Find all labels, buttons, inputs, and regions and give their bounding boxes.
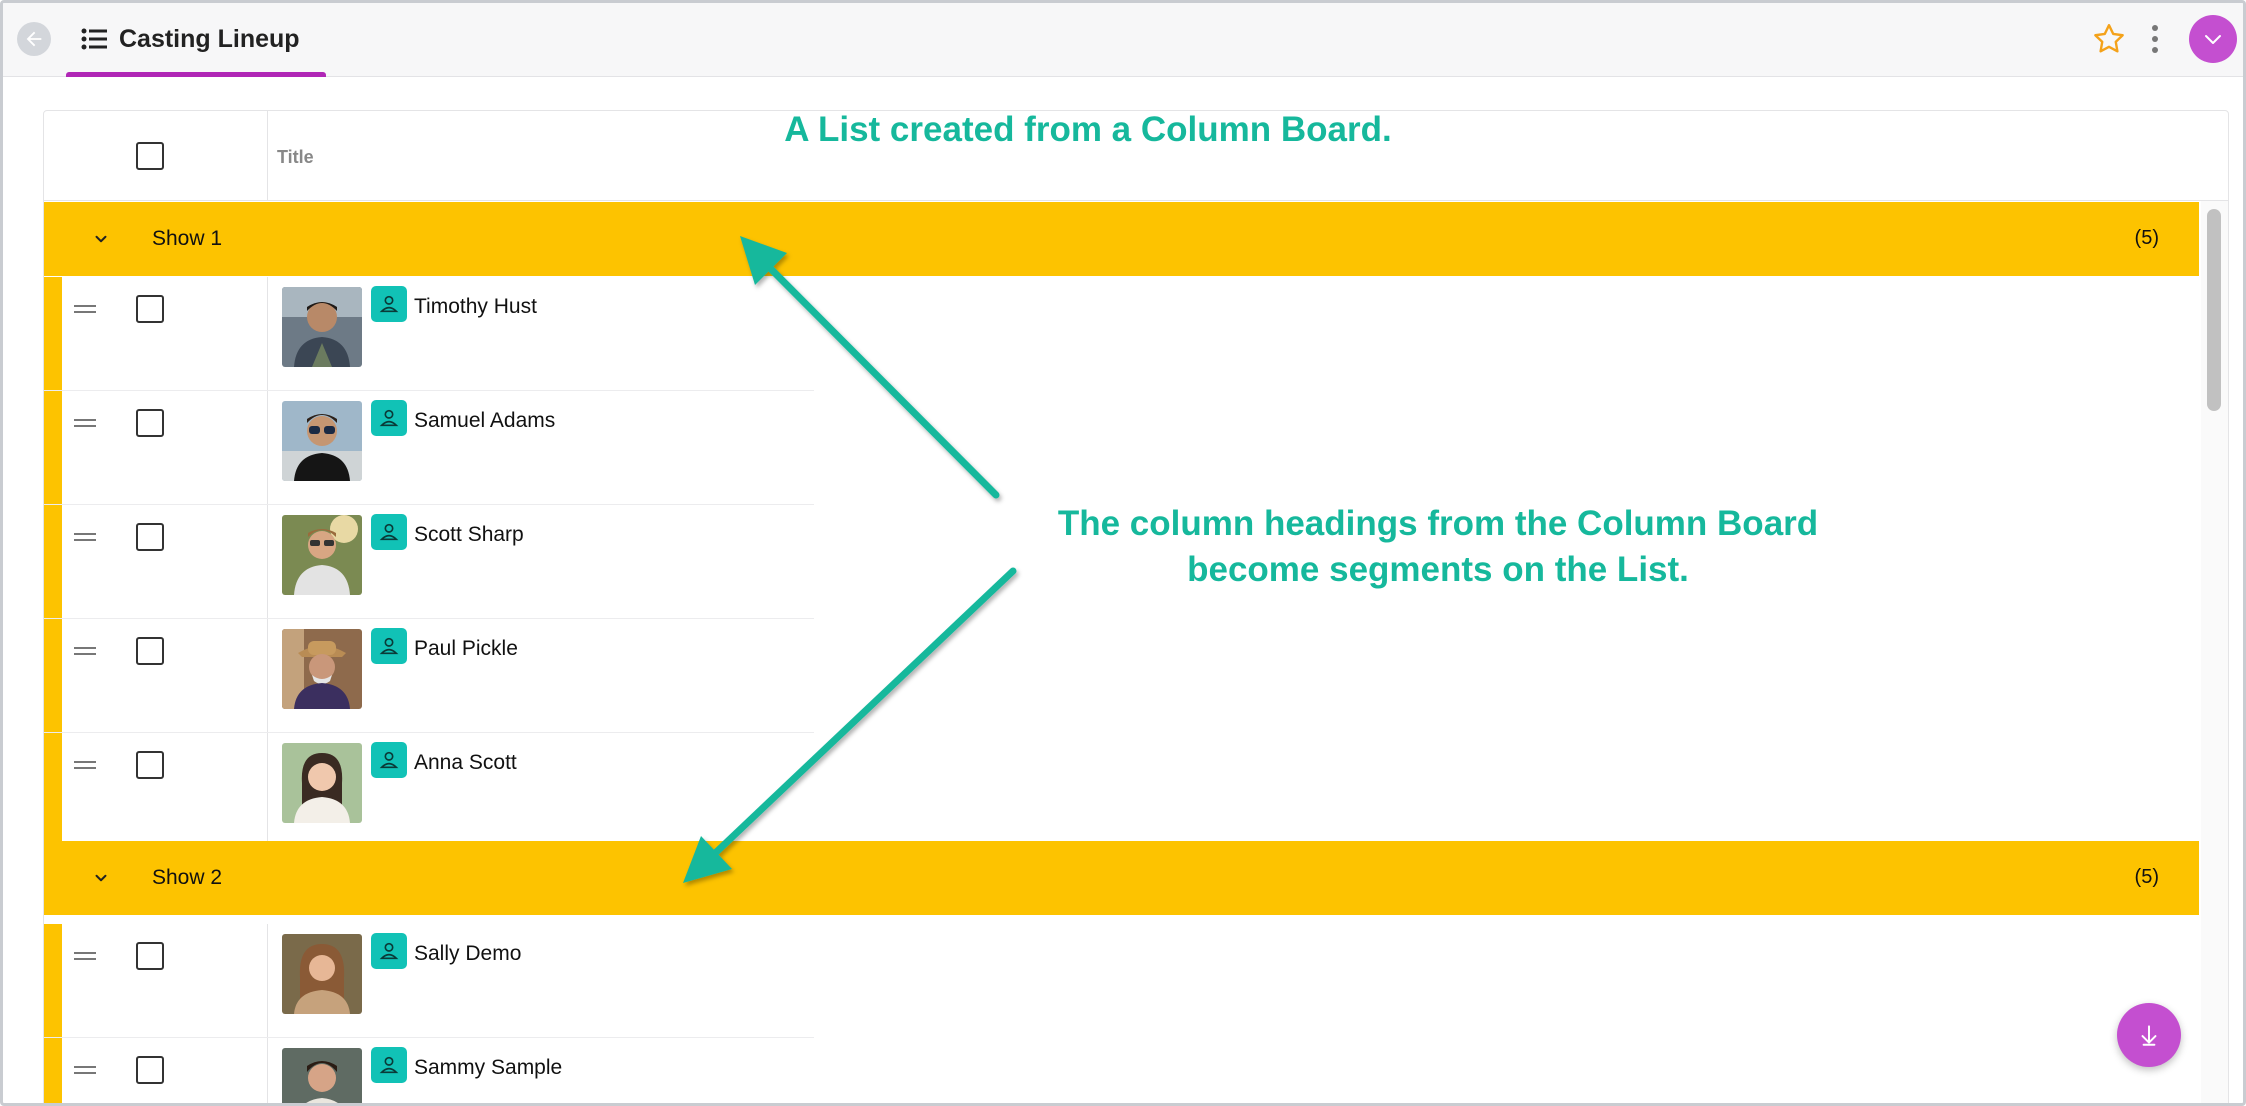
segment-stripe: [44, 391, 62, 504]
row-checkbox[interactable]: [136, 637, 164, 665]
segment-stripe: [44, 619, 62, 732]
person-icon: [371, 742, 407, 778]
segment-label: Show 2: [152, 866, 223, 889]
drag-handle-icon[interactable]: [74, 761, 96, 773]
drag-handle-icon[interactable]: [74, 1066, 96, 1078]
person-icon: [371, 514, 407, 550]
avatar: [282, 629, 362, 709]
table-row[interactable]: Sammy Sample: [44, 1038, 814, 1103]
segment-stripe: [44, 277, 62, 390]
row-checkbox[interactable]: [136, 942, 164, 970]
segment-count: (5): [2134, 866, 2159, 888]
segment-count: (5): [2134, 227, 2159, 249]
person-icon: [371, 628, 407, 664]
row-title[interactable]: Paul Pickle: [414, 637, 518, 661]
list-table: Title Show 1 (5) Timothy Hust Samuel Ada…: [43, 110, 2229, 1103]
person-icon: [371, 286, 407, 322]
segment-label: Show 1: [152, 227, 223, 250]
row-divider: [267, 619, 268, 732]
more-dot: [2152, 47, 2158, 53]
avatar: [282, 401, 362, 481]
table-row[interactable]: Anna Scott: [44, 733, 814, 847]
more-vertical-icon: [2152, 25, 2158, 31]
more-dot: [2152, 36, 2158, 42]
row-divider: [267, 924, 268, 1037]
avatar: [282, 287, 362, 367]
row-checkbox[interactable]: [136, 409, 164, 437]
favorite-button[interactable]: [2091, 21, 2127, 57]
avatar: [282, 1048, 362, 1103]
collapse-toggle[interactable]: [88, 865, 114, 891]
row-divider: [267, 277, 268, 390]
column-header-title[interactable]: Title: [277, 147, 314, 168]
page-title-wrap[interactable]: Casting Lineup: [81, 21, 300, 57]
back-button[interactable]: [17, 22, 51, 56]
person-icon: [371, 1047, 407, 1083]
segment-header-show-1[interactable]: Show 1 (5): [44, 202, 2199, 276]
avatar: [282, 743, 362, 823]
scroll-down-fab[interactable]: [2117, 1003, 2181, 1067]
table-row[interactable]: Paul Pickle: [44, 619, 814, 733]
star-outline-icon: [2094, 24, 2124, 53]
active-tab-indicator: [66, 72, 326, 77]
row-checkbox[interactable]: [136, 523, 164, 551]
drag-handle-icon[interactable]: [74, 647, 96, 659]
annotation-middle: The column headings from the Column Boar…: [963, 501, 1913, 593]
segment-stripe: [44, 733, 62, 846]
row-title[interactable]: Samuel Adams: [414, 409, 555, 433]
annotation-middle-line2: become segments on the List.: [1187, 550, 1689, 589]
table-row[interactable]: Samuel Adams: [44, 391, 814, 505]
segment-stripe: [44, 1038, 62, 1103]
row-checkbox[interactable]: [136, 1056, 164, 1084]
more-options-button[interactable]: [2145, 21, 2165, 57]
row-title[interactable]: Timothy Hust: [414, 295, 537, 319]
drag-handle-icon[interactable]: [74, 419, 96, 431]
drag-handle-icon[interactable]: [74, 305, 96, 317]
header-divider: [267, 111, 268, 201]
table-row[interactable]: Sally Demo: [44, 924, 814, 1038]
annotation-top: A List created from a Column Board.: [784, 110, 1392, 149]
row-title[interactable]: Scott Sharp: [414, 523, 524, 547]
row-checkbox[interactable]: [136, 295, 164, 323]
avatar: [282, 934, 362, 1014]
scrollbar-thumb[interactable]: [2207, 209, 2221, 411]
chevron-down-icon: [95, 874, 107, 882]
drag-handle-icon[interactable]: [74, 533, 96, 545]
segment-stripe: [44, 505, 62, 618]
annotation-middle-line1: The column headings from the Column Boar…: [1057, 504, 1819, 543]
row-title[interactable]: Anna Scott: [414, 751, 517, 775]
page-title: Casting Lineup: [119, 24, 300, 53]
profile-menu-button[interactable]: [2189, 15, 2237, 63]
row-checkbox[interactable]: [136, 751, 164, 779]
row-divider: [267, 733, 268, 846]
avatar: [282, 515, 362, 595]
row-divider: [267, 505, 268, 618]
table-row[interactable]: Timothy Hust: [44, 277, 814, 391]
arrow-left-icon: [26, 31, 42, 47]
select-all-checkbox[interactable]: [136, 142, 164, 170]
row-title[interactable]: Sally Demo: [414, 942, 521, 966]
table-row[interactable]: Scott Sharp: [44, 505, 814, 619]
collapse-toggle[interactable]: [88, 226, 114, 252]
arrow-down-icon: [2141, 1025, 2157, 1046]
drag-handle-icon[interactable]: [74, 952, 96, 964]
segment-header-show-2[interactable]: Show 2 (5): [44, 841, 2199, 915]
chevron-down-icon: [2205, 35, 2221, 44]
row-title[interactable]: Sammy Sample: [414, 1056, 562, 1080]
top-bar: Casting Lineup: [3, 3, 2243, 77]
list-icon: [81, 28, 107, 50]
app-window: Casting Lineup Title Show 1 (5) Timothy …: [0, 0, 2246, 1106]
chevron-down-icon: [95, 235, 107, 243]
person-icon: [371, 933, 407, 969]
person-icon: [371, 400, 407, 436]
segment-stripe: [44, 924, 62, 1037]
row-divider: [267, 391, 268, 504]
row-divider: [267, 1038, 268, 1103]
